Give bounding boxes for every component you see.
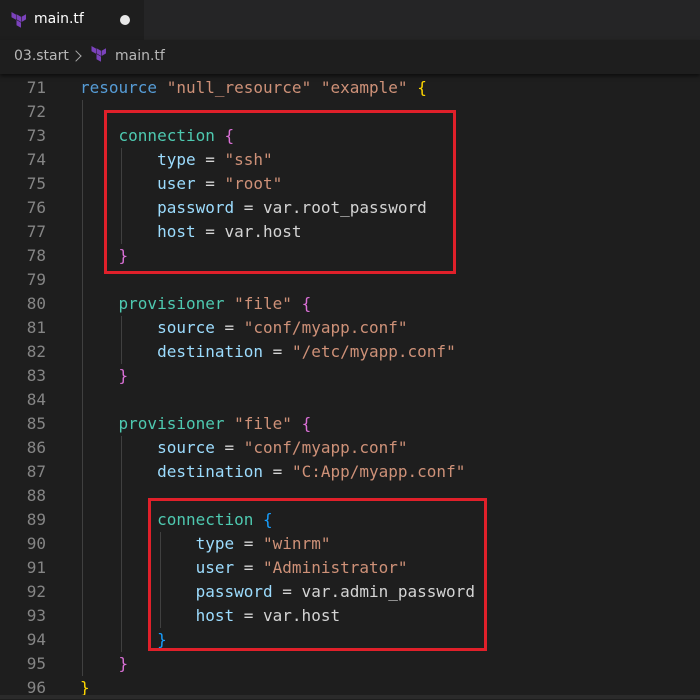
code-line[interactable]: 84 (0, 388, 700, 412)
code-token: { (417, 78, 427, 97)
code-token: source (157, 318, 215, 337)
code-token: "conf/myapp.conf" (243, 318, 408, 337)
code-line[interactable]: 87 destination = "C:App/myapp.conf" (0, 460, 700, 484)
code-token: "file" (234, 294, 292, 313)
unsaved-changes-dot[interactable] (120, 15, 130, 25)
horizontal-scrollbar[interactable] (0, 695, 700, 699)
code-line[interactable]: 82 destination = "/etc/myapp.conf" (0, 340, 700, 364)
code-text: destination = "/etc/myapp.conf" (80, 340, 456, 364)
line-number: 86 (26, 438, 46, 457)
highlight-box-ssh-connection (104, 110, 456, 274)
line-number: 83 (26, 366, 46, 385)
code-token: destination (157, 342, 264, 361)
line-number: 94 (26, 630, 46, 649)
code-token: { (301, 294, 312, 313)
code-line[interactable]: 83 } (0, 364, 700, 388)
code-token: destination (157, 462, 264, 481)
tab-main-tf[interactable]: main.tf (0, 0, 144, 40)
highlight-box-winrm-connection (148, 498, 487, 651)
code-token: "file" (234, 414, 292, 433)
line-number: 73 (26, 126, 46, 145)
terraform-icon (91, 46, 106, 62)
code-text: source = "conf/myapp.conf" (80, 436, 408, 460)
code-token: = (263, 342, 292, 361)
code-token: provisioner (118, 414, 225, 433)
line-number: 74 (26, 150, 46, 169)
code-token: "/etc/myapp.conf" (291, 342, 456, 361)
breadcrumb: 03.start main.tf (0, 40, 700, 74)
line-number: 95 (26, 654, 46, 673)
code-token: = (263, 462, 292, 481)
code-line[interactable]: 95 } (0, 652, 700, 676)
terraform-icon (11, 12, 26, 28)
breadcrumb-folder[interactable]: 03.start (14, 48, 69, 64)
line-number: 81 (26, 318, 46, 337)
code-token: source (157, 438, 215, 457)
code-line[interactable]: 85 provisioner "file" { (0, 412, 700, 436)
code-token: "C:App/myapp.conf" (291, 462, 466, 481)
line-number: 71 (26, 78, 46, 97)
line-number: 84 (26, 390, 46, 409)
code-text: source = "conf/myapp.conf" (80, 316, 408, 340)
code-text: provisioner "file" { (80, 292, 312, 316)
code-line[interactable]: 80 provisioner "file" { (0, 292, 700, 316)
code-token: resource (80, 78, 158, 97)
line-number: 91 (26, 558, 46, 577)
line-number: 80 (26, 294, 46, 313)
tab-title: main.tf (34, 11, 84, 27)
line-number: 72 (26, 102, 46, 121)
chevron-right-icon (70, 50, 82, 62)
code-text: } (80, 652, 129, 676)
line-number: 89 (26, 510, 46, 529)
line-number: 85 (26, 414, 46, 433)
code-token: = (214, 318, 244, 337)
tab-bar: main.tf (0, 0, 700, 40)
code-token: } (118, 654, 129, 673)
code-token: } (118, 366, 129, 385)
code-token: = (214, 438, 244, 457)
code-text: } (80, 364, 129, 388)
code-token: provisioner (118, 294, 225, 313)
breadcrumb-file[interactable]: main.tf (115, 48, 165, 64)
line-number: 82 (26, 342, 46, 361)
code-line[interactable]: 86 source = "conf/myapp.conf" (0, 436, 700, 460)
code-text: destination = "C:App/myapp.conf" (80, 460, 465, 484)
code-token: "example" (320, 78, 408, 97)
code-line[interactable]: 71 resource "null_resource" "example" { (0, 76, 700, 100)
line-number: 75 (26, 174, 46, 193)
line-number: 79 (26, 270, 46, 289)
code-text: provisioner "file" { (80, 412, 312, 436)
line-number: 92 (26, 582, 46, 601)
code-token: "conf/myapp.conf" (243, 438, 408, 457)
line-number: 77 (26, 222, 46, 241)
code-line[interactable]: 81 source = "conf/myapp.conf" (0, 316, 700, 340)
code-token: "null_resource" (166, 78, 312, 97)
line-number: 88 (26, 486, 46, 505)
line-number: 90 (26, 534, 46, 553)
code-text: resource "null_resource" "example" { (80, 76, 427, 100)
line-number: 87 (26, 462, 46, 481)
line-number: 93 (26, 606, 46, 625)
line-number: 78 (26, 246, 46, 265)
line-number: 76 (26, 198, 46, 217)
code-token: { (301, 414, 312, 433)
